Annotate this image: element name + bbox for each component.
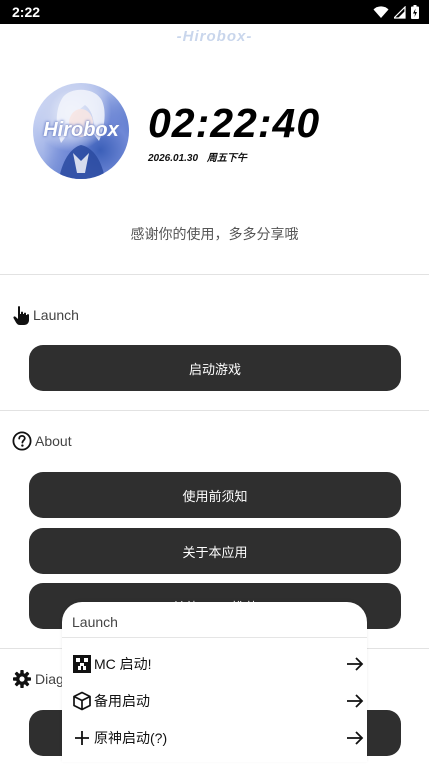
app-logo: -Hirobox-: [176, 28, 253, 45]
clock-date: 2026.01.30 周五下午: [148, 149, 247, 164]
status-bar: 2:22: [0, 0, 429, 24]
section-title-diag: Diag: [12, 669, 64, 689]
popup-item-label: 原神启动(?): [94, 730, 168, 746]
arrow-right-icon: [347, 694, 364, 708]
clock-date-value: 2026.01.30: [148, 153, 199, 164]
battery-icon: [411, 5, 419, 19]
arrow-right-icon: [347, 657, 364, 671]
popup-title: Launch: [72, 614, 118, 630]
clock-weekday: 周五下午: [206, 153, 247, 164]
popup-item-backup-launch[interactable]: 备用启动: [72, 687, 364, 715]
avatar-logo-text: Hirobox: [43, 119, 119, 141]
signal-icon: [394, 5, 406, 19]
clock-time: 02:22:40: [148, 100, 321, 146]
divider: [0, 274, 429, 275]
popup-item-label: MC 启动!: [94, 656, 152, 672]
popup-item-backup-launch-left: 备用启动: [72, 691, 150, 711]
popup-divider: [62, 637, 367, 638]
help-circle-icon: [12, 431, 32, 451]
section-title-diag-label: Diag: [35, 671, 64, 687]
wifi-icon: [373, 5, 389, 18]
divider: [0, 410, 429, 411]
popup-item-mc-launch-left: MC 启动!: [72, 654, 152, 674]
status-icons: [373, 5, 419, 19]
arrow-right-icon: [347, 731, 364, 745]
avatar: Hirobox: [33, 83, 129, 179]
notice-button[interactable]: 使用前须知: [29, 472, 401, 518]
plus-icon: [75, 731, 89, 745]
section-title-launch: Launch: [12, 304, 79, 326]
launch-popup: Launch MC 启动! 备用启动 原神启动(?): [62, 602, 367, 762]
section-title-launch-label: Launch: [33, 307, 79, 323]
status-time: 2:22: [12, 4, 41, 20]
popup-item-genshin-launch-left: 原神启动(?): [72, 728, 167, 748]
about-app-button[interactable]: 关于本应用: [29, 528, 401, 574]
section-title-about: About: [12, 431, 72, 451]
section-title-about-label: About: [35, 433, 72, 449]
thanks-message: 感谢你的使用，多多分享哦: [130, 227, 299, 243]
cube-icon: [73, 691, 91, 711]
popup-item-mc-launch[interactable]: MC 启动!: [72, 650, 364, 678]
touch-icon: [13, 306, 29, 325]
launch-game-button[interactable]: 启动游戏: [29, 345, 401, 391]
gear-icon: [13, 670, 31, 688]
popup-item-genshin-launch[interactable]: 原神启动(?): [72, 724, 364, 752]
creeper-face-icon: [73, 655, 91, 673]
popup-item-label: 备用启动: [94, 693, 150, 709]
